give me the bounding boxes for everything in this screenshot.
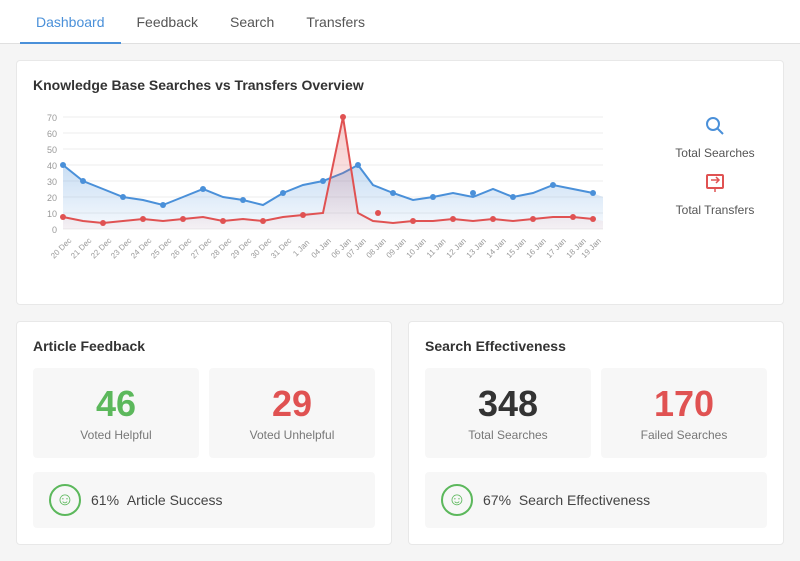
- svg-text:70: 70: [47, 113, 57, 123]
- svg-text:21 Dec: 21 Dec: [69, 236, 93, 260]
- svg-text:10: 10: [47, 209, 57, 219]
- article-success-bar: ☺ 61% Article Success: [33, 472, 375, 528]
- svg-text:30: 30: [47, 177, 57, 187]
- voted-helpful-box: 46 Voted Helpful: [33, 368, 199, 458]
- search-effectiveness-title: Search Effectiveness: [425, 338, 767, 354]
- svg-text:0: 0: [52, 225, 57, 235]
- svg-text:09 Jan: 09 Jan: [385, 237, 408, 260]
- chart-area: 70 60 50 40 30 20 10 0: [33, 105, 767, 288]
- voted-unhelpful-label: Voted Unhelpful: [219, 428, 365, 442]
- main-content: Knowledge Base Searches vs Transfers Ove…: [0, 44, 800, 561]
- article-feedback-boxes: 46 Voted Helpful 29 Voted Unhelpful: [33, 368, 375, 458]
- legend-total-searches: Total Searches: [663, 115, 767, 160]
- svg-text:14 Jan: 14 Jan: [485, 237, 508, 260]
- total-searches-box: 348 Total Searches: [425, 368, 591, 458]
- article-feedback-title: Article Feedback: [33, 338, 375, 354]
- failed-searches-number: 170: [611, 384, 757, 424]
- svg-text:50: 50: [47, 145, 57, 155]
- article-smiley-icon: ☺: [49, 484, 81, 516]
- svg-text:27 Dec: 27 Dec: [189, 236, 213, 260]
- search-smiley-icon: ☺: [441, 484, 473, 516]
- svg-text:28 Dec: 28 Dec: [209, 236, 233, 260]
- article-feedback-card: Article Feedback 46 Voted Helpful 29 Vot…: [16, 321, 392, 545]
- svg-text:13 Jan: 13 Jan: [465, 237, 488, 260]
- svg-text:16 Jan: 16 Jan: [525, 237, 548, 260]
- transfer-icon: [704, 172, 726, 199]
- article-success-label: Article Success: [127, 492, 223, 508]
- search-effectiveness-percent: 67%: [483, 492, 511, 508]
- chart-title: Knowledge Base Searches vs Transfers Ove…: [33, 77, 767, 93]
- voted-helpful-number: 46: [43, 384, 189, 424]
- svg-text:25 Dec: 25 Dec: [149, 236, 173, 260]
- total-searches-label: Total Searches: [435, 428, 581, 442]
- chart-card: Knowledge Base Searches vs Transfers Ove…: [16, 60, 784, 305]
- tab-transfers[interactable]: Transfers: [290, 0, 381, 44]
- svg-text:10 Jan: 10 Jan: [405, 237, 428, 260]
- article-success-percent: 61%: [91, 492, 119, 508]
- app-container: Dashboard Feedback Search Transfers Know…: [0, 0, 800, 561]
- search-effectiveness-boxes: 348 Total Searches 170 Failed Searches: [425, 368, 767, 458]
- svg-text:60: 60: [47, 129, 57, 139]
- search-effectiveness-card: Search Effectiveness 348 Total Searches …: [408, 321, 784, 545]
- svg-text:26 Dec: 26 Dec: [169, 236, 193, 260]
- svg-text:11 Jan: 11 Jan: [425, 237, 448, 260]
- search-effectiveness-label: Search Effectiveness: [519, 492, 650, 508]
- svg-text:20: 20: [47, 193, 57, 203]
- search-icon: [704, 115, 726, 142]
- legend-total-searches-label: Total Searches: [675, 146, 754, 160]
- legend-total-transfers: Total Transfers: [663, 172, 767, 217]
- svg-text:24 Dec: 24 Dec: [129, 236, 153, 260]
- svg-text:12 Jan: 12 Jan: [445, 237, 468, 260]
- search-effectiveness-text: 67% Search Effectiveness: [483, 492, 650, 508]
- legend-total-transfers-label: Total Transfers: [676, 203, 755, 217]
- svg-text:31 Dec: 31 Dec: [269, 236, 293, 260]
- svg-text:22 Dec: 22 Dec: [89, 236, 113, 260]
- total-searches-number: 348: [435, 384, 581, 424]
- chart-legend: Total Searches Total Transfers: [647, 105, 767, 217]
- svg-text:15 Jan: 15 Jan: [505, 237, 528, 260]
- tab-dashboard[interactable]: Dashboard: [20, 0, 121, 44]
- svg-text:40: 40: [47, 161, 57, 171]
- failed-searches-box: 170 Failed Searches: [601, 368, 767, 458]
- svg-text:29 Dec: 29 Dec: [229, 236, 253, 260]
- svg-text:23 Dec: 23 Dec: [109, 236, 133, 260]
- chart-svg: 70 60 50 40 30 20 10 0: [33, 105, 647, 288]
- svg-text:1 Jan: 1 Jan: [291, 238, 311, 258]
- voted-unhelpful-box: 29 Voted Unhelpful: [209, 368, 375, 458]
- search-effectiveness-bar: ☺ 67% Search Effectiveness: [425, 472, 767, 528]
- article-success-text: 61% Article Success: [91, 492, 223, 508]
- tab-search[interactable]: Search: [214, 0, 290, 44]
- failed-searches-label: Failed Searches: [611, 428, 757, 442]
- svg-text:17 Jan: 17 Jan: [545, 237, 568, 260]
- svg-text:20 Dec: 20 Dec: [49, 236, 73, 260]
- tab-feedback[interactable]: Feedback: [121, 0, 214, 44]
- svg-text:30 Dec: 30 Dec: [249, 236, 273, 260]
- bottom-row: Article Feedback 46 Voted Helpful 29 Vot…: [16, 321, 784, 545]
- svg-text:08 Jan: 08 Jan: [365, 237, 388, 260]
- svg-text:04 Jan: 04 Jan: [310, 237, 333, 260]
- tab-bar: Dashboard Feedback Search Transfers: [0, 0, 800, 44]
- voted-unhelpful-number: 29: [219, 384, 365, 424]
- voted-helpful-label: Voted Helpful: [43, 428, 189, 442]
